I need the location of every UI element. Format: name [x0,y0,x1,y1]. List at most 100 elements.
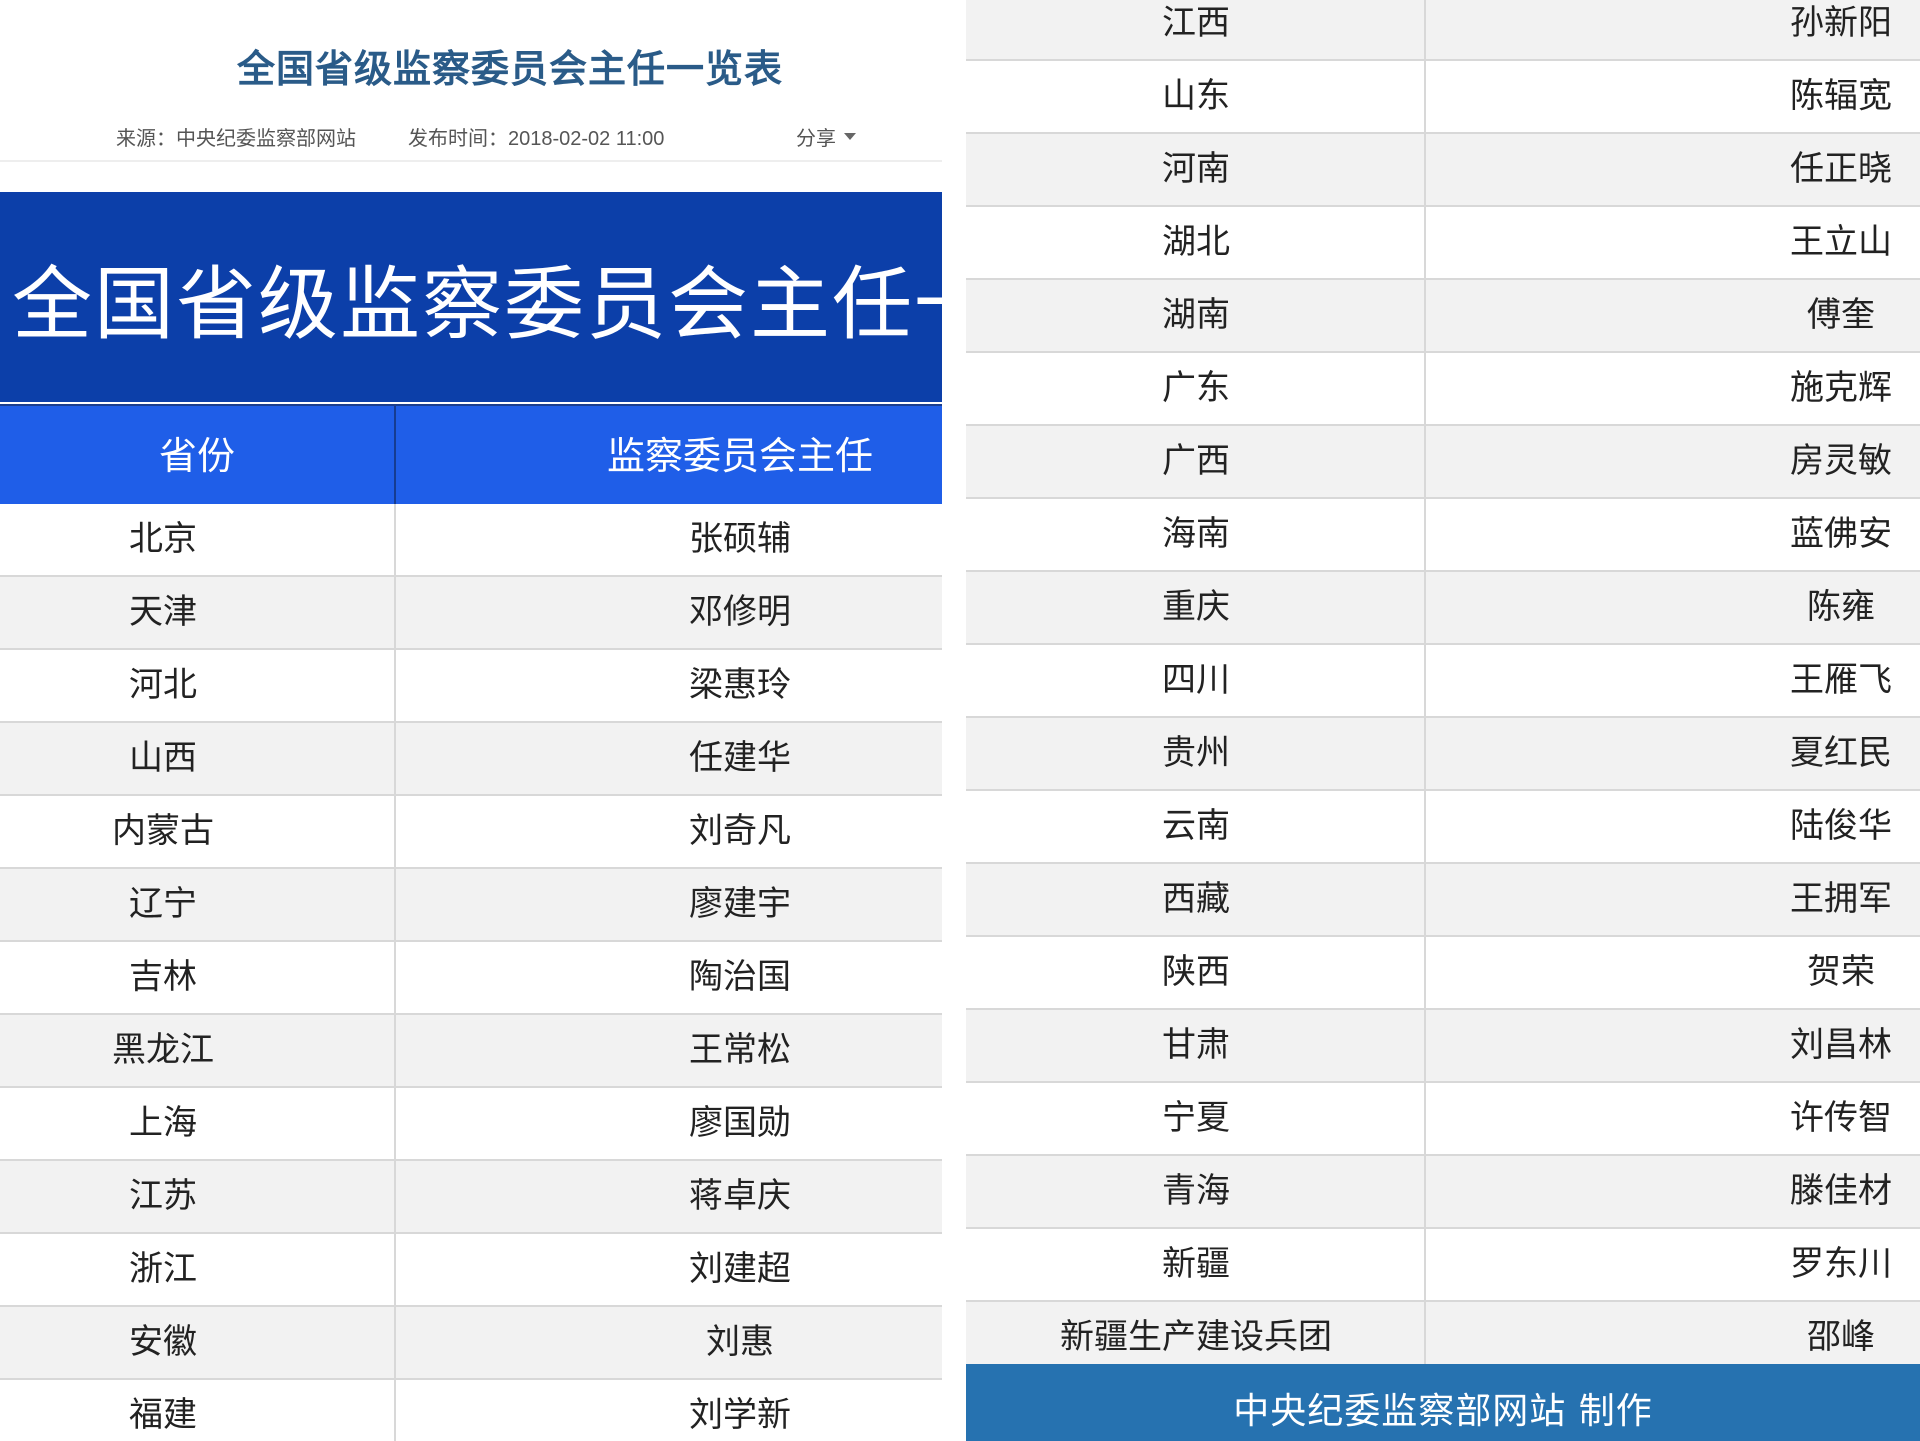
director-cell: 任建华 [689,738,791,778]
director-cell: 王常松 [689,1030,791,1070]
province-cell: 宁夏 [1162,1098,1230,1138]
province-cell: 四川 [1162,660,1230,700]
director-cell: 傅奎 [1807,295,1875,335]
right-panel: 江西 孙新阳 山东 陈辐宽 河南 任正晓 湖北 王立山 湖南 傅奎 广东 施克辉 广西 房灵敏 海南 蓝佛安重… [966,0,1920,1441]
table-row: 河南 任正晓 [966,134,1920,207]
left-panel: 全国省级监察委员会主任一览表 来源：中央纪委监察部网站 发布时间：2018-02… [0,0,942,1441]
director-cell: 刘惠 [706,1322,774,1362]
director-cell: 许传智 [1790,1098,1892,1138]
table-row: 新疆 罗东川 [966,1229,1920,1302]
director-cell: 罗东川 [1790,1244,1892,1284]
director-cell: 邓修明 [689,592,791,632]
table-row: 山西 任建华 [0,723,942,796]
province-cell: 青海 [1162,1171,1230,1211]
province-cell: 天津 [129,592,197,632]
province-cell: 新疆生产建设兵团 [1060,1317,1332,1357]
table-row: 河北 梁惠玲 [0,650,942,723]
director-cell: 陆俊华 [1790,806,1892,846]
panel-gap [942,0,966,1441]
province-cell: 陕西 [1162,952,1230,992]
director-cell: 贺荣 [1807,952,1875,992]
table-row: 山东 陈辐宽 [966,61,1920,134]
province-cell: 浙江 [129,1249,197,1289]
province-cell: 山东 [1162,76,1230,116]
province-cell: 河南 [1162,149,1230,189]
director-cell: 王立山 [1790,222,1892,262]
table-row: 四川 王雁飞 [966,645,1920,718]
director-cell: 张硕辅 [689,519,791,559]
table-row: 陕西 贺荣 [966,937,1920,1010]
table-row: 云南 陆俊华 [966,791,1920,864]
chevron-down-icon [844,133,856,140]
table-body-left: 北京 张硕辅 天津 邓修明 河北 梁惠玲 山西 任建华 内蒙古 刘奇凡 辽宁 廖建宇 吉林 陶治国 黑龙江 王… [0,504,942,1441]
column-header-director: 监察委员会主任 [606,434,873,478]
director-cell: 陈雍 [1807,587,1875,627]
director-cell: 王雁飞 [1790,660,1892,700]
director-cell: 滕佳材 [1790,1171,1892,1211]
province-cell: 新疆 [1162,1244,1230,1284]
director-cell: 刘建超 [689,1249,791,1289]
table-row: 辽宁 廖建宇 [0,869,942,942]
province-cell: 吉林 [129,957,197,997]
table-row: 西藏 王拥军 [966,864,1920,937]
director-cell: 蓝佛安 [1790,514,1892,554]
director-cell: 邵峰 [1807,1317,1875,1357]
province-cell: 江西 [1162,3,1230,43]
table-row: 重庆 陈雍 [966,572,1920,645]
province-cell: 贵州 [1162,733,1230,773]
director-cell: 刘学新 [689,1395,791,1435]
footer-credit: 中央纪委监察部网站 制作 [966,1364,1920,1441]
table-row: 海南 蓝佛安 [966,499,1920,572]
director-cell: 陈辐宽 [1790,76,1892,116]
director-cell: 梁惠玲 [689,665,791,705]
province-cell: 上海 [129,1103,197,1143]
province-cell: 湖北 [1162,222,1230,262]
province-cell: 山西 [129,738,197,778]
table-row: 上海 廖国勋 [0,1088,942,1161]
divider [0,160,942,162]
table-row: 广西 房灵敏 [966,426,1920,499]
province-cell: 北京 [129,519,197,559]
province-cell: 重庆 [1162,587,1230,627]
table-row: 湖北 王立山 [966,207,1920,280]
share-button[interactable]: 分享 [796,122,856,151]
table-row: 安徽 刘惠 [0,1307,942,1380]
director-cell: 陶治国 [689,957,791,997]
table-row: 贵州 夏红民 [966,718,1920,791]
banner: 全国省级监察委员会主任一览 [0,192,942,402]
table-row: 江西 孙新阳 [966,0,1920,61]
table-body-right: 江西 孙新阳 山东 陈辐宽 河南 任正晓 湖北 王立山 湖南 傅奎 广东 施克辉 广西 房灵敏 海南 蓝佛安重… [966,0,1920,1375]
table-row: 吉林 陶治国 [0,942,942,1015]
director-cell: 王拥军 [1790,879,1892,919]
province-cell: 西藏 [1162,879,1230,919]
director-cell: 夏红民 [1790,733,1892,773]
table-row: 甘肃 刘昌林 [966,1010,1920,1083]
province-cell: 江苏 [129,1176,197,1216]
director-cell: 房灵敏 [1790,441,1892,481]
table-row: 宁夏 许传智 [966,1083,1920,1156]
table-row: 青海 滕佳材 [966,1156,1920,1229]
table-row: 浙江 刘建超 [0,1234,942,1307]
table-row: 江苏 蒋卓庆 [0,1161,942,1234]
director-cell: 刘昌林 [1790,1025,1892,1065]
publish-time: 发布时间：2018-02-02 11:00 [408,128,665,150]
table-header: 省份 监察委员会主任 [0,404,942,506]
province-cell: 内蒙古 [112,811,214,851]
province-cell: 广东 [1162,368,1230,408]
table-row: 福建 刘学新 [0,1380,942,1441]
province-cell: 云南 [1162,806,1230,846]
director-cell: 蒋卓庆 [689,1176,791,1216]
source-label: 来源：中央纪委监察部网站 [116,128,356,150]
share-label: 分享 [796,128,836,150]
director-cell: 任正晓 [1790,149,1892,189]
table-row: 黑龙江 王常松 [0,1015,942,1088]
director-cell: 施克辉 [1790,368,1892,408]
director-cell: 孙新阳 [1790,3,1892,43]
director-cell: 廖建宇 [689,884,791,924]
table-row: 天津 邓修明 [0,577,942,650]
province-cell: 广西 [1162,441,1230,481]
province-cell: 辽宁 [129,884,197,924]
province-cell: 海南 [1162,514,1230,554]
table-row: 北京 张硕辅 [0,504,942,577]
banner-title: 全国省级监察委员会主任一览 [12,258,942,351]
